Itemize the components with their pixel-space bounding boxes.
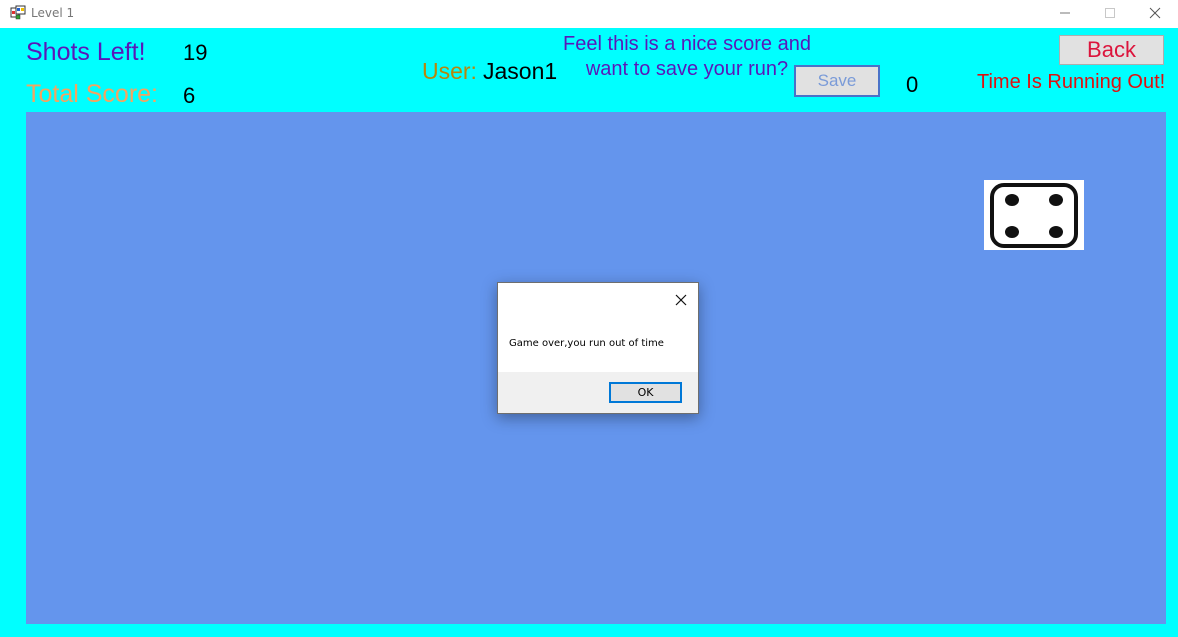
total-score-value: 6 xyxy=(183,83,196,108)
die-target[interactable] xyxy=(984,180,1084,250)
user-label: User: xyxy=(422,58,477,84)
dialog-close-button[interactable] xyxy=(670,289,692,311)
shots-left-value: 19 xyxy=(183,40,208,65)
save-count: 0 xyxy=(906,72,919,97)
maximize-button[interactable] xyxy=(1087,0,1133,26)
save-prompt-text: Feel this is a nice score and want to sa… xyxy=(563,33,811,80)
minimize-icon xyxy=(1060,12,1070,14)
time-warning-label: Time Is Running Out! xyxy=(977,71,1166,93)
user-name: Jason1 xyxy=(483,58,558,84)
shots-left-label: Shots Left! xyxy=(26,38,146,66)
minimize-button[interactable] xyxy=(1042,0,1088,26)
dialog-footer: OK xyxy=(498,372,698,413)
window-title: Level 1 xyxy=(31,6,75,20)
game-window: Level 1 Shots Left! 19 Total Score: 6 Us… xyxy=(0,0,1178,637)
app-icon xyxy=(10,5,26,20)
title-bar[interactable]: Level 1 xyxy=(0,0,1178,28)
close-window-button[interactable] xyxy=(1132,0,1178,26)
dialog-message: Game over,you run out of time xyxy=(509,338,664,349)
game-over-dialog: Game over,you run out of time OK xyxy=(497,282,699,414)
save-button[interactable]: Save xyxy=(794,65,880,97)
ok-button[interactable]: OK xyxy=(609,382,682,403)
back-button[interactable]: Back xyxy=(1059,35,1164,65)
die-four-icon xyxy=(990,183,1078,248)
maximize-icon xyxy=(1105,8,1115,18)
close-icon xyxy=(675,294,687,306)
close-icon xyxy=(1149,7,1161,19)
total-score-label: Total Score: xyxy=(26,80,159,108)
